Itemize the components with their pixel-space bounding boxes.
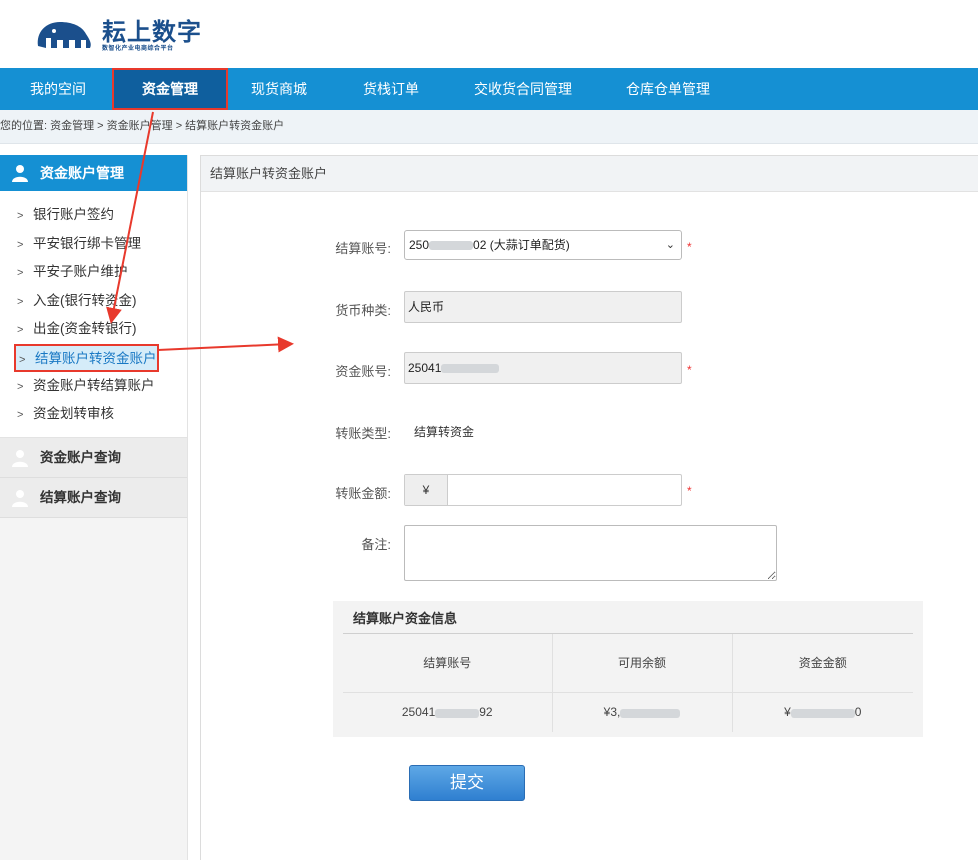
nav-spot-mall[interactable]: 现货商城 bbox=[251, 68, 307, 110]
sidebar-item-pingan-card[interactable]: > 平安银行绑卡管理 bbox=[0, 230, 187, 259]
sidebar-list: > 银行账户签约 > 平安银行绑卡管理 > 平安子账户维护 > 入金(银行转资金) > 出… bbox=[0, 191, 187, 438]
sidebar-item-label: 平安银行绑卡管理 bbox=[33, 235, 141, 251]
currency-yen-prefix: ¥ bbox=[405, 475, 448, 505]
required-mark: * bbox=[687, 484, 692, 498]
nav-fund-management[interactable]: 资金管理 bbox=[112, 68, 228, 110]
chevron-right-icon: > bbox=[17, 267, 24, 279]
chevron-right-icon: > bbox=[17, 380, 24, 393]
masked-digits bbox=[441, 364, 500, 374]
available-balance-cell: ¥3, bbox=[552, 692, 733, 732]
sidebar-item-label: 平安子账户维护 bbox=[33, 264, 128, 279]
required-mark: * bbox=[687, 240, 692, 254]
chevron-right-icon: > bbox=[17, 324, 24, 336]
logo-title: 耘上数字 bbox=[102, 18, 202, 46]
cell-text: ¥ bbox=[784, 705, 791, 720]
masked-digits bbox=[435, 708, 480, 718]
amount-label: 转账金额: bbox=[335, 486, 391, 501]
sidebar-item-label: 入金(银行转资金) bbox=[33, 292, 137, 308]
chevron-right-icon: > bbox=[17, 409, 24, 421]
sidebar-section-fund-account-query[interactable]: 资金账户查询 bbox=[0, 437, 187, 478]
column-header: 资金金额 bbox=[732, 634, 913, 693]
sidebar-item-label: 出金(资金转银行) bbox=[33, 321, 137, 336]
remark-label: 备注: bbox=[361, 537, 391, 552]
sidebar-section-title: 资金账户查询 bbox=[40, 449, 121, 465]
chevron-right-icon: > bbox=[17, 295, 24, 308]
table-row: 25041 92 ¥3, ¥0 bbox=[343, 692, 913, 732]
top-nav: 我的空间 资金管理 现货商城 货栈订单 交收货合同管理 仓库仓单管理 bbox=[0, 68, 978, 110]
amount-input-group[interactable]: ¥ bbox=[404, 474, 682, 506]
masked-digits bbox=[790, 708, 855, 718]
sidebar-item-label: 银行账户签约 bbox=[33, 207, 114, 222]
sidebar-section-settlement-account-query[interactable]: 结算账户查询 bbox=[0, 477, 187, 518]
fund-account-label: 资金账号: bbox=[335, 364, 391, 379]
fund-amount-cell: ¥0 bbox=[732, 692, 913, 732]
info-title: 结算账户资金信息 bbox=[343, 601, 913, 634]
settlement-account-value-suffix: 02 (大蒜订单配货) bbox=[473, 238, 570, 252]
breadcrumb: 您的位置: 资金管理 > 资金账户管理 > 结算账户转资金账户 bbox=[0, 110, 978, 144]
transfer-type-value: 结算转资金 bbox=[414, 425, 475, 439]
masked-digits bbox=[620, 708, 681, 718]
sidebar-item-pingan-subaccount[interactable]: > 平安子账户维护 bbox=[0, 258, 187, 287]
info-table: 结算账号 可用余额 资金金额 25041 92 ¥3, ¥0 bbox=[343, 634, 913, 732]
nav-warehouse-orders[interactable]: 货栈订单 bbox=[363, 68, 419, 110]
cell-text: 0 bbox=[854, 705, 862, 720]
cell-text: 92 bbox=[479, 705, 493, 720]
logo[interactable]: 耘上数字 数智化产业电商综合平台 bbox=[32, 10, 212, 56]
person-icon bbox=[12, 165, 28, 182]
sidebar-item-withdraw[interactable]: > 出金(资金转银行) bbox=[0, 315, 187, 344]
sidebar-item-label: 结算账户转资金账户 bbox=[35, 350, 157, 366]
sidebar-section-title: 结算账户查询 bbox=[40, 489, 121, 505]
chevron-right-icon: > bbox=[19, 353, 26, 366]
sidebar-item-transfer-review[interactable]: > 资金划转审核 bbox=[0, 400, 187, 429]
elephant-logo-icon bbox=[37, 22, 91, 48]
sidebar-section-fund-account-management[interactable]: 资金账户管理 bbox=[0, 155, 187, 191]
sidebar-section-title: 资金账户管理 bbox=[40, 165, 124, 181]
fund-account-field: 25041 bbox=[404, 352, 682, 384]
required-mark: * bbox=[687, 363, 692, 377]
transfer-type-label: 转账类型: bbox=[335, 426, 391, 441]
sidebar-item-settlement-to-fund[interactable]: > 结算账户转资金账户 bbox=[14, 343, 159, 372]
cell-text: ¥3, bbox=[603, 705, 621, 720]
chevron-down-icon: ⌄ bbox=[665, 239, 675, 251]
settlement-account-value-prefix: 250 bbox=[409, 238, 430, 252]
remark-textarea[interactable] bbox=[404, 525, 777, 581]
sidebar-item-fund-to-settlement[interactable]: > 资金账户转结算账户 bbox=[0, 372, 187, 401]
sidebar-item-label: 资金划转审核 bbox=[33, 406, 114, 421]
header: 耘上数字 数智化产业电商综合平台 bbox=[0, 0, 978, 68]
nav-warehouse-receipts[interactable]: 仓库仓单管理 bbox=[626, 68, 710, 110]
main-panel: 结算账户转资金账户 结算账号: 250 02 (大蒜订单配货) ⌄ * 货币种类:… bbox=[200, 155, 978, 860]
sidebar-item-label: 资金账户转结算账户 bbox=[33, 377, 155, 393]
sidebar-item-deposit[interactable]: > 入金(银行转资金) bbox=[0, 287, 187, 316]
settlement-account-select[interactable]: 250 02 (大蒜订单配货) ⌄ bbox=[404, 230, 682, 260]
settlement-fund-info: 结算账户资金信息 结算账号 可用余额 资金金额 25041 92 ¥3, ¥0 bbox=[333, 601, 923, 737]
currency-field: 人民币 bbox=[404, 291, 682, 323]
settlement-account-label: 结算账号: bbox=[335, 241, 391, 256]
logo-subtitle: 数智化产业电商综合平台 bbox=[102, 46, 174, 52]
nav-delivery-contracts[interactable]: 交收货合同管理 bbox=[474, 68, 572, 110]
person-icon bbox=[12, 449, 28, 467]
submit-button[interactable]: 提交 bbox=[409, 765, 525, 801]
chevron-right-icon: > bbox=[17, 238, 24, 251]
sidebar-item-bank-signing[interactable]: > 银行账户签约 bbox=[0, 201, 187, 230]
chevron-right-icon: > bbox=[17, 210, 24, 222]
masked-digits bbox=[429, 241, 474, 251]
column-header: 可用余额 bbox=[552, 634, 733, 693]
nav-my-space[interactable]: 我的空间 bbox=[30, 68, 86, 110]
settlement-account-cell: 25041 92 bbox=[343, 692, 553, 732]
panel-title: 结算账户转资金账户 bbox=[201, 156, 978, 192]
fund-account-value: 25041 bbox=[408, 361, 442, 375]
person-icon bbox=[12, 489, 28, 507]
column-header: 结算账号 bbox=[343, 634, 553, 693]
sidebar: 资金账户管理 > 银行账户签约 > 平安银行绑卡管理 > 平安子账户维护 > 入金(银行… bbox=[0, 155, 188, 860]
currency-label: 货币种类: bbox=[335, 303, 391, 318]
cell-text: 25041 bbox=[401, 705, 436, 720]
